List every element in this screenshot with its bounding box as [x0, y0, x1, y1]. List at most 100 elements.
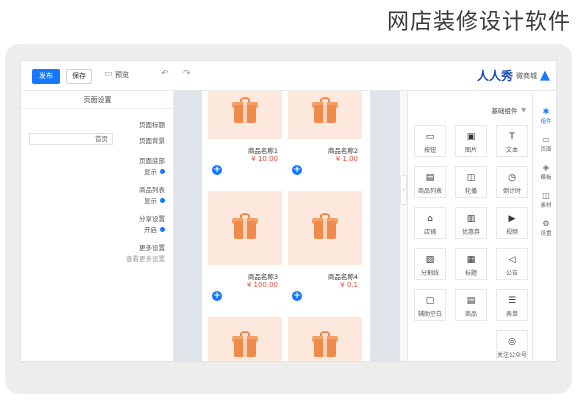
divider-icon: ▨ — [425, 255, 435, 265]
setting-row: 商品列表 — [139, 184, 165, 194]
product-image — [208, 191, 282, 265]
redo-icon[interactable]: ↷ — [183, 69, 191, 79]
component-label: 优惠券 — [461, 229, 480, 236]
product-image — [288, 191, 362, 265]
radio-selected-icon[interactable] — [160, 197, 165, 203]
setting-row: 页面底部 — [139, 155, 165, 165]
tab-materials[interactable]: ◫ 素材 — [533, 191, 556, 209]
component-label: 辅助空白 — [417, 311, 442, 318]
gift-icon — [232, 213, 258, 239]
component-carousel[interactable]: ◫ 轮播 — [455, 166, 487, 198]
store-icon: ⌂ — [427, 214, 433, 224]
brand-name: 人人秀 — [476, 69, 513, 83]
gift-icon — [312, 213, 338, 239]
product-card[interactable]: 商品名称3 ¥ 100.00 + — [208, 191, 282, 301]
component-text[interactable]: T 文本 — [496, 125, 528, 157]
more-settings-link[interactable]: 查看更多设置 — [126, 253, 165, 263]
component-follow-account[interactable]: ◎ 关注公众号 — [496, 330, 528, 361]
bird-logo-icon: ▲ — [540, 68, 550, 83]
add-to-cart-button[interactable]: + — [292, 165, 302, 175]
undo-icon[interactable]: ↶ — [161, 69, 169, 79]
gift-icon — [232, 97, 258, 123]
gift-icon — [312, 97, 338, 123]
component-product[interactable]: ▤ 商品 — [455, 289, 487, 321]
component-coupon[interactable]: ▥ 优惠券 — [455, 207, 487, 239]
tab-label: 设置 — [540, 231, 552, 237]
component-label: 标题 — [464, 270, 477, 277]
save-button[interactable]: 保存 — [66, 69, 92, 84]
tab-components[interactable]: ✱ 组件 — [533, 107, 556, 125]
product-name: 商品名称1 — [247, 147, 278, 155]
publish-button[interactable]: 发布 — [32, 69, 60, 84]
material-icon: ◫ — [542, 191, 550, 200]
radio-option[interactable]: 显示 — [144, 195, 165, 205]
setting-label: 更多设置 — [139, 244, 165, 252]
component-product-list[interactable]: ▤ 商品列表 — [414, 166, 446, 198]
component-form[interactable]: ☰ 表单 — [496, 289, 528, 321]
component-image[interactable]: ▣ 图片 — [455, 125, 487, 157]
component-group-header[interactable]: 基础组件 ▼ — [491, 105, 526, 116]
spacer-icon: ▢ — [425, 296, 435, 306]
carousel-icon: ◫ — [466, 173, 476, 183]
component-label: 倒计时 — [502, 188, 521, 195]
setting-row: 页面标题 — [139, 119, 165, 129]
component-label: 店铺 — [423, 229, 436, 236]
video-icon: ▶ — [508, 214, 516, 224]
add-to-cart-button[interactable]: + — [212, 165, 222, 175]
chevron-down-icon: ▼ — [521, 106, 526, 114]
option-label: 显示 — [144, 168, 157, 176]
add-to-cart-button[interactable]: + — [212, 291, 222, 301]
monitor-icon: ▭ — [104, 69, 113, 79]
component-label: 关注公众号 — [497, 352, 528, 359]
option-label: 开启 — [144, 226, 157, 234]
setting-label: 页面底部 — [139, 157, 165, 165]
gift-icon — [312, 331, 338, 357]
page-title-input[interactable]: 首页 — [29, 133, 113, 145]
title-icon: ▦ — [466, 255, 476, 265]
tab-settings[interactable]: ⚙ 设置 — [533, 219, 556, 237]
group-title: 基础组件 — [491, 107, 518, 115]
divider — [21, 108, 174, 109]
button-icon: ▭ — [425, 132, 435, 142]
product-card[interactable]: 商品名称4 ¥ 0.1 + — [288, 191, 362, 301]
component-spacer[interactable]: ▢ 辅助空白 — [414, 289, 446, 321]
component-notice[interactable]: ◁ 公告 — [496, 248, 528, 280]
components-icon: ✱ — [542, 107, 550, 116]
link-label[interactable]: 查看更多设置 — [126, 253, 165, 263]
product-card[interactable] — [288, 317, 362, 361]
component-button[interactable]: ▭ 按钮 — [414, 125, 446, 157]
template-icon: ◈ — [542, 163, 550, 172]
option-label: 显示 — [144, 197, 157, 205]
radio-selected-icon[interactable] — [160, 168, 165, 174]
watermark-text: 网店装修设计软件 — [386, 10, 571, 35]
product-image — [208, 91, 282, 139]
tab-label: 组件 — [540, 119, 552, 125]
radio-option[interactable]: 显示 — [144, 166, 165, 176]
panel-title: 页面设置 — [83, 96, 112, 104]
tab-label: 页面 — [540, 147, 552, 153]
tab-templates[interactable]: ◈ 模板 — [533, 163, 556, 181]
component-panel: 基础组件 ▼ T 文本 ▣ 图片 ▭ 按钮 ◷ 倒计时 ◫ 轮播 ▤ 商品列表 ▶ 视频 ▥ 优… — [407, 91, 532, 361]
setting-label: 商品列表 — [139, 186, 165, 194]
component-store[interactable]: ⌂ 店铺 — [414, 207, 446, 239]
collapse-panel-handle[interactable]: › — [400, 175, 407, 205]
add-to-cart-button[interactable]: + — [292, 291, 302, 301]
product-name: 商品名称3 — [247, 273, 278, 281]
product-card[interactable]: 商品名称1 ¥ 10.00 + — [208, 91, 282, 175]
product-card[interactable]: 商品名称2 ¥ 1.00 + — [288, 91, 362, 175]
tab-label: 模板 — [540, 175, 552, 181]
preview-button[interactable]: 预览 — [115, 70, 129, 80]
tab-page[interactable]: ▭ 页面 — [533, 135, 556, 153]
page-icon: ▭ — [542, 135, 550, 144]
component-countdown[interactable]: ◷ 倒计时 — [496, 166, 528, 198]
radio-option[interactable]: 开启 — [144, 224, 165, 234]
product-card[interactable] — [208, 317, 282, 361]
component-label: 商品列表 — [417, 188, 442, 195]
gear-icon: ⚙ — [542, 219, 550, 228]
component-title[interactable]: ▦ 标题 — [455, 248, 487, 280]
component-video[interactable]: ▶ 视频 — [496, 207, 528, 239]
radio-selected-icon[interactable] — [160, 226, 165, 232]
component-divider[interactable]: ▨ 分割线 — [414, 248, 446, 280]
link-icon: ◎ — [508, 337, 516, 347]
megaphone-icon: ◁ — [508, 255, 516, 265]
